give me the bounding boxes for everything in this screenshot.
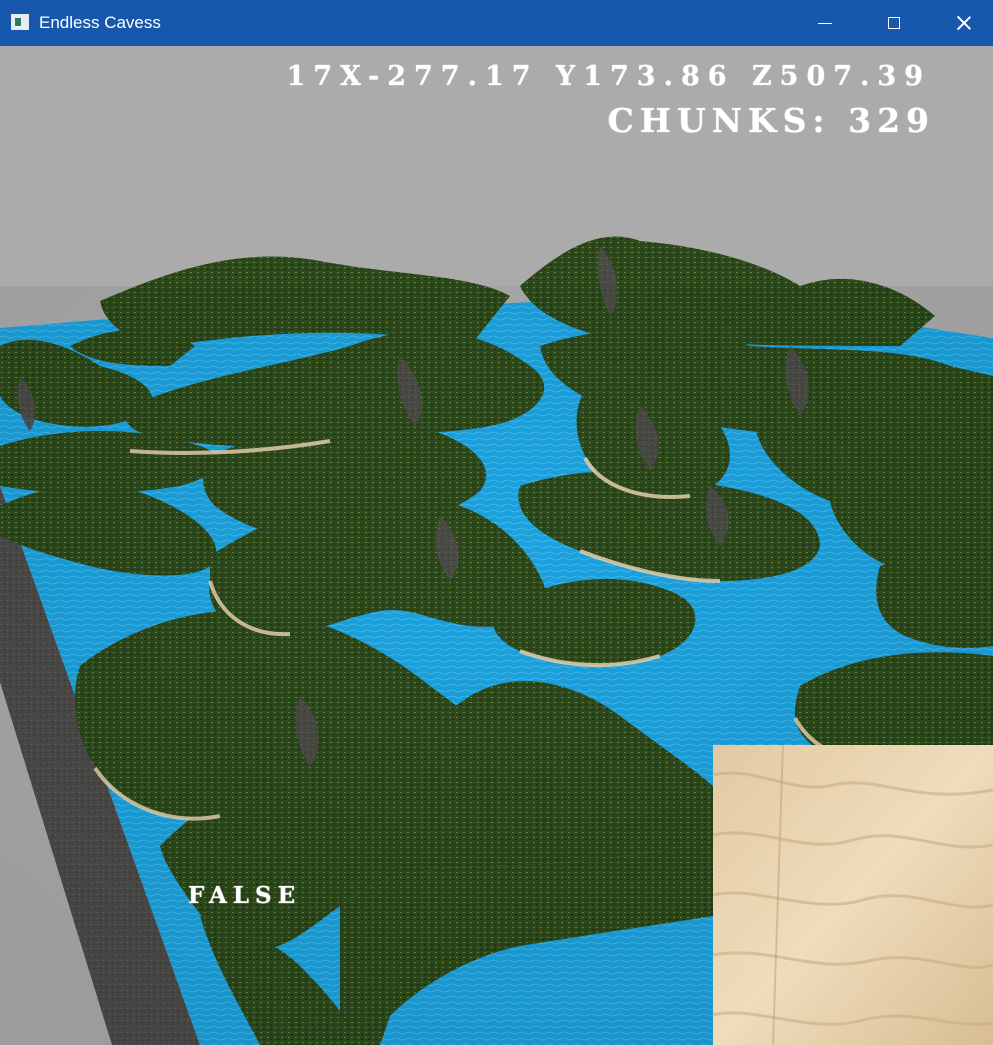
maximize-icon (888, 17, 900, 29)
window-titlebar[interactable]: Endless Cavess (0, 0, 993, 46)
position-readout: 17X-277.17 Y173.86 Z507.39 (286, 61, 931, 92)
minimize-icon (818, 22, 832, 24)
game-viewport[interactable]: 17X-277.17 Y173.86 Z507.39 CHUNKS: 329 F… (0, 46, 993, 1045)
minimize-button[interactable] (802, 0, 848, 46)
maximize-button[interactable] (871, 0, 917, 46)
chunk-counter: CHUNKS: 329 (607, 101, 935, 140)
held-sand-block (713, 745, 993, 1045)
window-title: Endless Cavess (39, 13, 161, 32)
window-app-icon (11, 14, 29, 30)
status-flag: FALSE (188, 882, 302, 909)
close-button[interactable] (941, 0, 987, 46)
close-icon (956, 15, 972, 31)
